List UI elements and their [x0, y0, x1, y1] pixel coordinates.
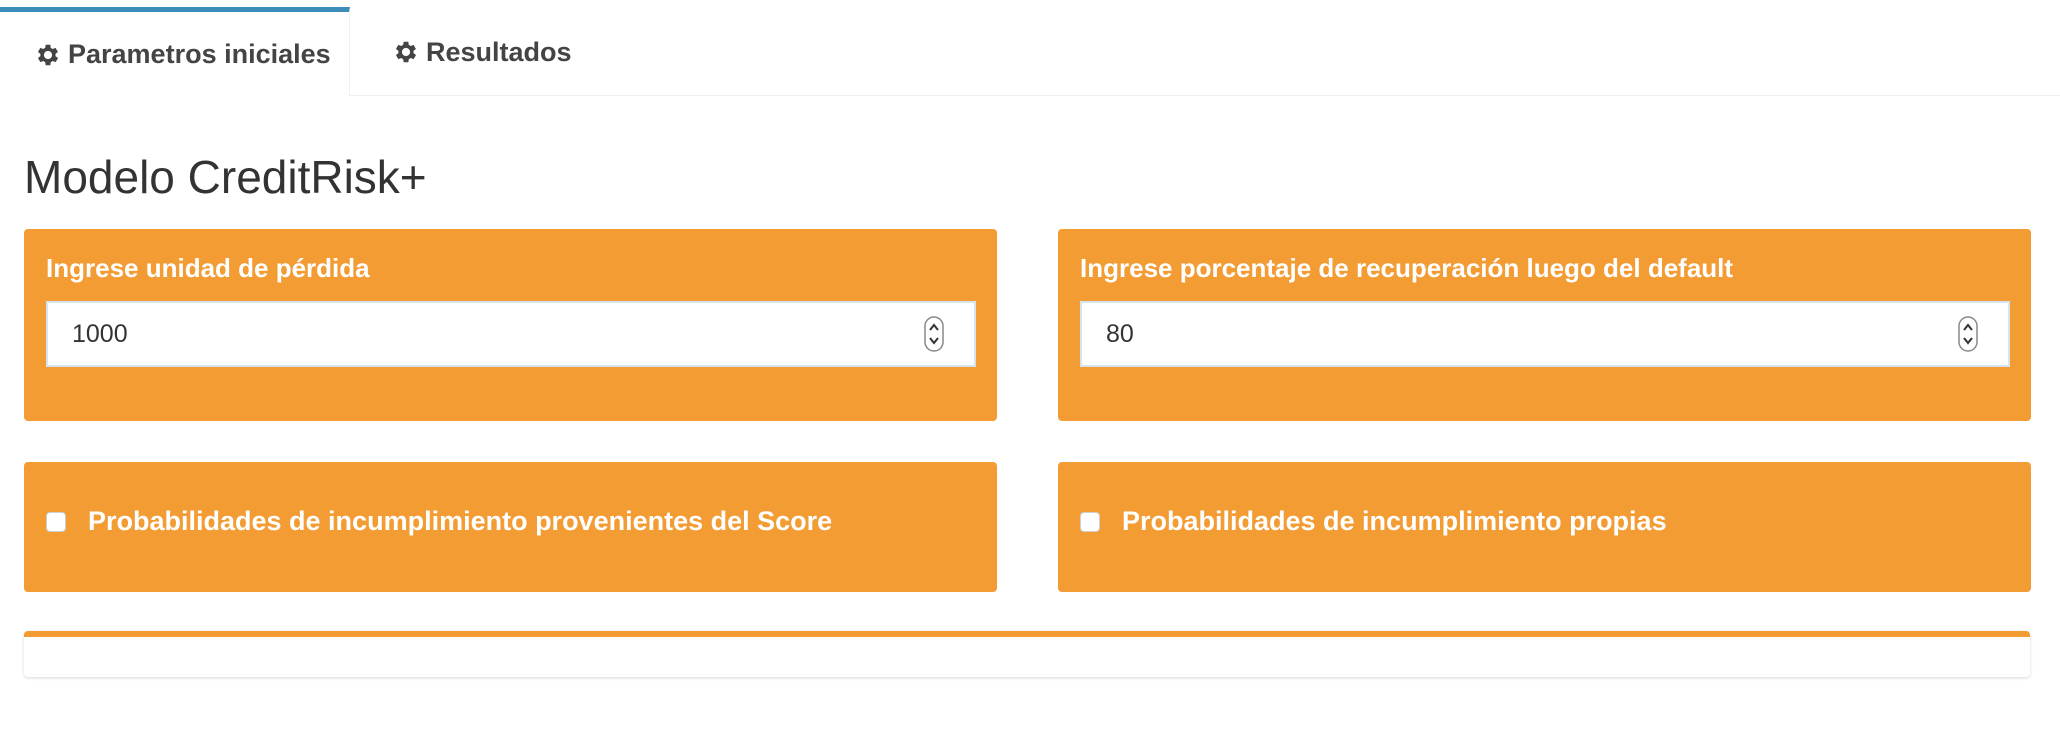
tab-resultados[interactable]: Resultados [358, 8, 598, 96]
own-pd-checkbox[interactable] [1080, 511, 1100, 532]
loss-unit-value[interactable]: 1000 [72, 320, 924, 349]
score-pd-checkbox[interactable] [46, 511, 66, 532]
own-pd-card: Probabilidades de incumplimiento propias [1058, 462, 2031, 592]
number-spinner-icon[interactable] [924, 316, 944, 352]
score-pd-card: Probabilidades de incumplimiento proveni… [24, 462, 997, 592]
page-title: Modelo CreditRisk+ [24, 151, 427, 203]
tab-label: Parametros iniciales [68, 39, 331, 69]
results-box [24, 631, 2030, 677]
score-pd-checkbox-row[interactable]: Probabilidades de incumplimiento proveni… [46, 506, 832, 537]
loss-unit-label: Ingrese unidad de pérdida [46, 253, 370, 283]
own-pd-checkbox-row[interactable]: Probabilidades de incumplimiento propias [1080, 506, 1667, 537]
own-pd-label[interactable]: Probabilidades de incumplimiento propias [1122, 506, 1667, 537]
tab-parametros-iniciales[interactable]: Parametros iniciales [0, 7, 350, 97]
gear-icon [395, 41, 417, 63]
loss-unit-input[interactable]: 1000 [46, 301, 976, 367]
recovery-pct-label: Ingrese porcentaje de recuperación luego… [1080, 253, 1734, 283]
recovery-pct-value[interactable]: 80 [1106, 320, 1958, 349]
recovery-pct-input[interactable]: 80 [1080, 301, 2010, 367]
recovery-pct-card: Ingrese porcentaje de recuperación luego… [1058, 229, 2031, 421]
loss-unit-card: Ingrese unidad de pérdida 1000 [24, 229, 997, 421]
gear-icon [37, 44, 59, 65]
number-spinner-icon[interactable] [1958, 316, 1978, 352]
score-pd-label[interactable]: Probabilidades de incumplimiento proveni… [88, 506, 832, 537]
tab-label: Resultados [426, 36, 572, 67]
tab-bar: Parametros iniciales Resultados [0, 0, 2060, 97]
